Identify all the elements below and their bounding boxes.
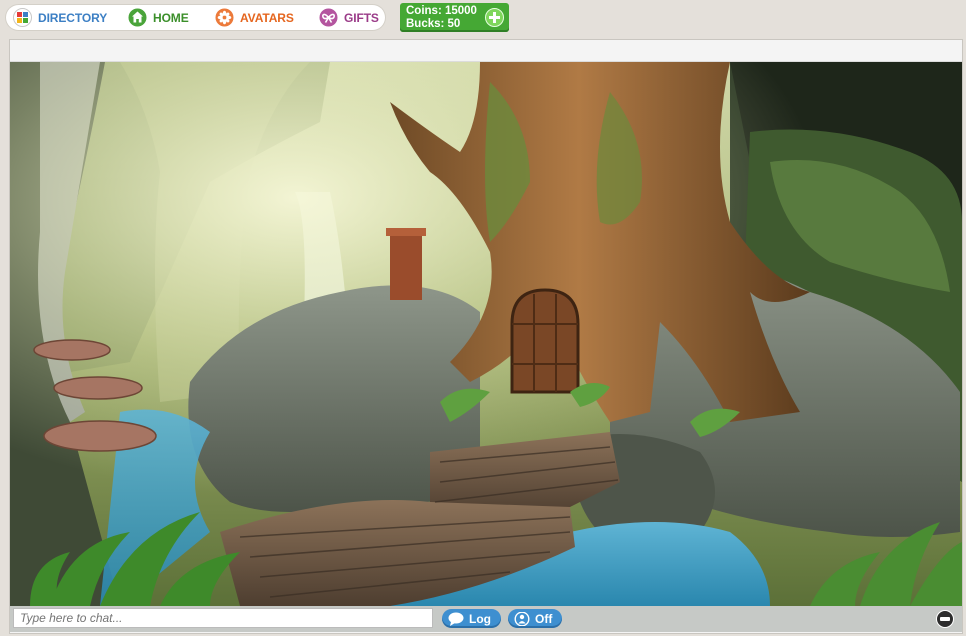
nav-avatars-label: AVATARS (240, 10, 294, 25)
toggle-off-button[interactable]: Off (508, 609, 562, 628)
chat-log-button[interactable]: Log (442, 609, 501, 628)
chat-bar: Log Off (10, 606, 962, 632)
nav-directory-label: DIRECTORY (38, 10, 108, 25)
directory-grid-icon (13, 8, 32, 27)
minimize-minus-icon[interactable] (936, 610, 954, 628)
speech-bubble-icon (448, 612, 464, 626)
game-toolbar-strip (10, 40, 962, 62)
nav-gifts-label: GIFTS (344, 10, 379, 25)
nav-directory[interactable]: DIRECTORY (13, 7, 107, 28)
forest-scene-illustration (10, 62, 962, 606)
chat-input[interactable] (13, 608, 433, 628)
game-scene[interactable] (10, 62, 962, 606)
nav-home[interactable]: HOME (128, 7, 189, 28)
off-button-label: Off (535, 611, 553, 626)
game-frame: Log Off (9, 39, 963, 634)
nav-avatars[interactable]: AVATARS (215, 7, 294, 28)
coins-balance: Coins: 15000 (406, 5, 477, 17)
log-button-label: Log (469, 611, 491, 626)
bucks-balance: Bucks: 50 (406, 18, 461, 30)
bow-icon (319, 8, 338, 27)
add-currency-plus-icon[interactable] (485, 8, 504, 27)
flower-icon (215, 8, 234, 27)
person-icon (514, 610, 530, 627)
top-navigation: DIRECTORY HOME AVATARS GIFTS (6, 5, 385, 30)
currency-panel: Coins: 15000 Bucks: 50 (400, 3, 509, 32)
nav-home-label: HOME (153, 10, 189, 25)
nav-gifts[interactable]: GIFTS (319, 7, 379, 28)
currency-text: Coins: 15000 Bucks: 50 (406, 5, 477, 31)
house-icon (128, 8, 147, 27)
